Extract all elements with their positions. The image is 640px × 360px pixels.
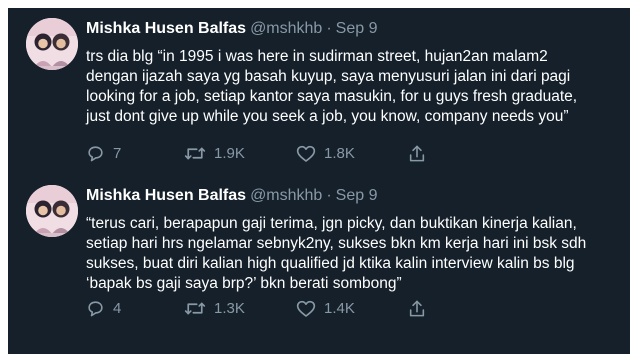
display-name[interactable]: Mishka Husen Balfas xyxy=(86,20,246,37)
handle[interactable]: @mshkhb xyxy=(250,187,322,204)
tweet-header: Mishka Husen Balfas @mshkhb · Sep 9 xyxy=(86,20,377,38)
tweet-text: “terus cari, berapapun gaji terima, jgn … xyxy=(86,214,628,294)
avatar[interactable] xyxy=(26,185,78,237)
tweet-text-line: sukses, buat diri kalian high qualified … xyxy=(86,255,575,272)
tweet-text: trs dia blg “in 1995 i was here in sudir… xyxy=(86,47,628,127)
avatar[interactable] xyxy=(26,18,78,70)
like-count: 1.4K xyxy=(324,299,355,317)
like-icon xyxy=(296,300,316,317)
share-icon xyxy=(409,300,425,316)
retweet-button[interactable]: 1.9K xyxy=(184,143,245,163)
reply-icon xyxy=(88,145,103,161)
separator-dot: · xyxy=(326,20,332,37)
tweet-text-line: “terus cari, berapapun gaji terima, jgn … xyxy=(86,215,577,232)
tweet-actions: 4 1.3K 1.4K xyxy=(86,298,486,318)
tweet-header: Mishka Husen Balfas @mshkhb · Sep 9 xyxy=(86,187,377,205)
tweet[interactable]: Mishka Husen Balfas @mshkhb · Sep 9 “terus … xyxy=(8,173,630,338)
tweet-date[interactable]: Sep 9 xyxy=(336,20,378,37)
share-button[interactable] xyxy=(408,143,426,163)
tweet-text-line: trs dia blg “in 1995 i was here in sudir… xyxy=(86,48,548,65)
handle[interactable]: @mshkhb xyxy=(250,20,322,37)
retweet-count: 1.9K xyxy=(214,144,245,162)
tweet-text-line: ‘bapak bs gaji saya brp?’ bkn berati som… xyxy=(86,275,402,292)
tweet-actions: 7 1.9K 1.8K xyxy=(86,143,486,163)
like-button[interactable]: 1.8K xyxy=(296,143,355,163)
retweet-icon xyxy=(184,147,206,159)
tweet-text-line: dengan ijazah saya yg basah kuyup, saya … xyxy=(86,68,571,85)
like-button[interactable]: 1.4K xyxy=(296,298,355,318)
reply-icon xyxy=(88,300,103,316)
display-name[interactable]: Mishka Husen Balfas xyxy=(86,187,246,204)
share-button[interactable] xyxy=(408,298,426,318)
retweet-button[interactable]: 1.3K xyxy=(184,298,245,318)
tweet-text-line: just dont give up while you seek a job, … xyxy=(86,108,569,125)
reply-button[interactable]: 7 xyxy=(86,143,121,163)
like-count: 1.8K xyxy=(324,144,355,162)
tweet-date[interactable]: Sep 9 xyxy=(336,187,378,204)
retweet-count: 1.3K xyxy=(214,299,245,317)
retweet-icon xyxy=(184,302,206,314)
reply-count: 4 xyxy=(113,299,122,317)
screenshot-frame: Mishka Husen Balfas @mshkhb · Sep 9 trs dia… xyxy=(0,0,640,360)
tweet-text-line: setiap hari hrs ngelamar sebnyk2ny, suks… xyxy=(86,235,587,252)
tweet-timeline: Mishka Husen Balfas @mshkhb · Sep 9 trs dia… xyxy=(8,8,630,354)
reply-count: 7 xyxy=(113,144,122,162)
tweet[interactable]: Mishka Husen Balfas @mshkhb · Sep 9 trs dia… xyxy=(8,8,630,173)
like-icon xyxy=(296,145,316,162)
separator-dot: · xyxy=(326,187,332,204)
share-icon xyxy=(409,145,425,161)
reply-button[interactable]: 4 xyxy=(86,298,121,318)
tweet-text-line: looking for a job, setiap kantor saya ma… xyxy=(86,88,578,105)
